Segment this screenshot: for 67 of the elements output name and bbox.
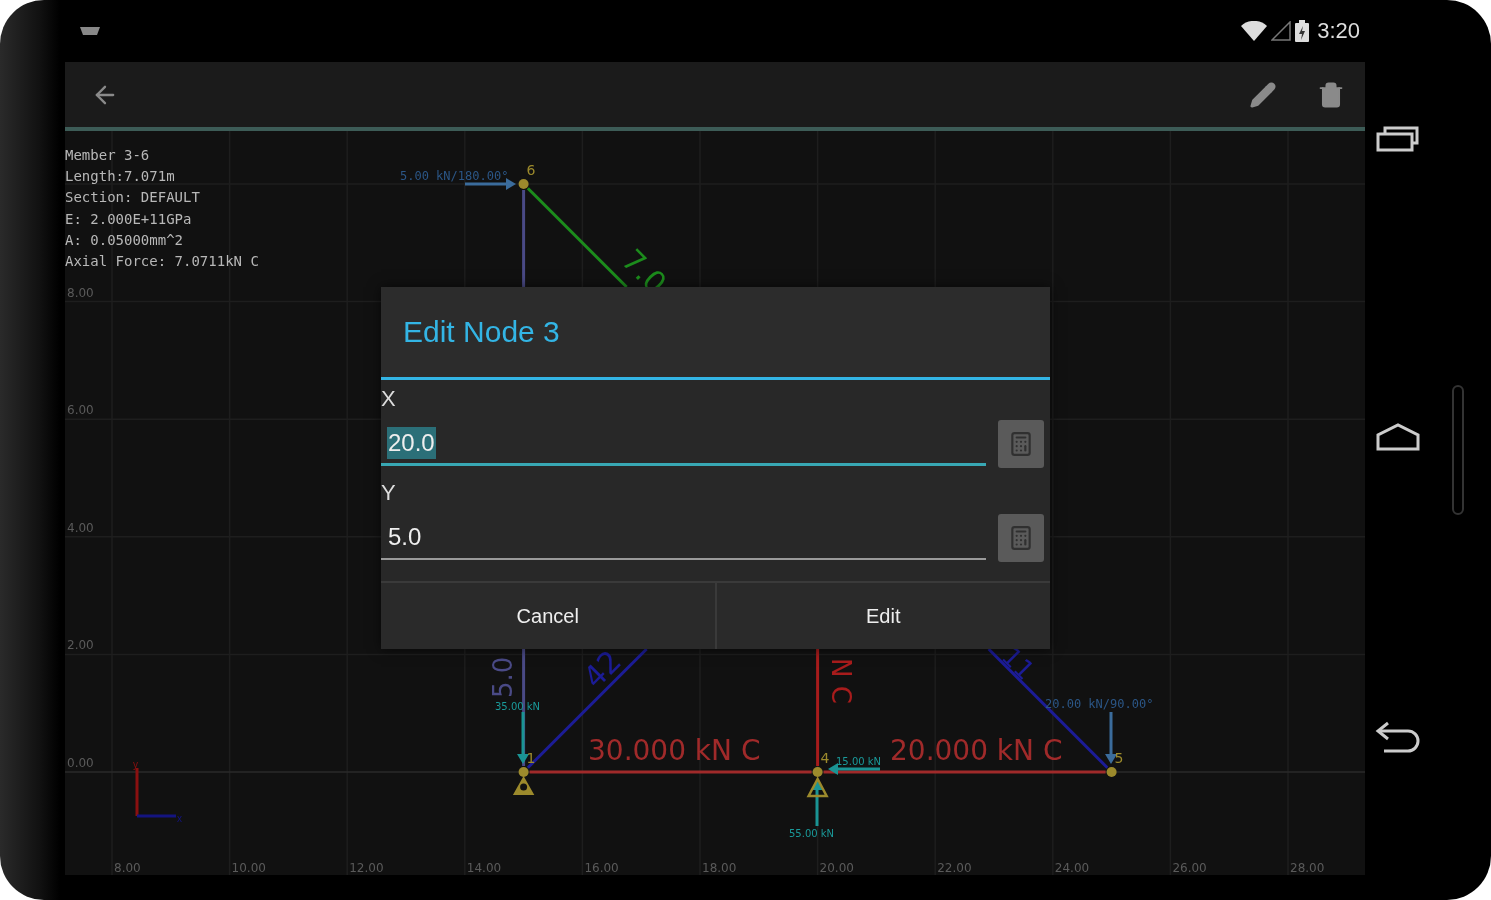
node-number: 5 bbox=[1114, 750, 1124, 766]
member-force-label: 5.0 bbox=[488, 656, 518, 698]
x-axis-tick-label: 20.00 bbox=[819, 861, 854, 875]
status-time: 3:20 bbox=[1317, 18, 1360, 44]
x-axis-tick-label: 26.00 bbox=[1172, 861, 1207, 875]
recent-apps-button[interactable] bbox=[1375, 125, 1420, 153]
signal-icon bbox=[1271, 21, 1292, 41]
member-info-line: A: 0.05000mm^2 bbox=[65, 230, 184, 250]
x-axis-tick-label: 18.00 bbox=[702, 861, 737, 875]
x-axis-tick-label: 12.00 bbox=[349, 861, 384, 875]
calculator-icon bbox=[1008, 431, 1034, 457]
reaction-arrow bbox=[828, 763, 880, 775]
calculator-icon bbox=[1008, 525, 1034, 551]
coordinate-input[interactable]: 5.0 bbox=[381, 516, 986, 560]
delete-button[interactable] bbox=[1317, 80, 1345, 109]
field-label: Y bbox=[381, 480, 396, 506]
y-axis-tick-label: 4.00 bbox=[67, 520, 94, 535]
member-force-label: 30.000 kN C bbox=[588, 734, 761, 767]
y-axis-tick-label: 0.00 bbox=[67, 756, 94, 770]
dialog-title: Edit Node 3 bbox=[403, 315, 560, 349]
reaction-arrow bbox=[517, 712, 529, 764]
member-info-line: Axial Force: 7.0711kN C bbox=[65, 252, 259, 271]
edit-button[interactable] bbox=[1249, 80, 1277, 109]
x-axis-tick-label: 16.00 bbox=[584, 861, 619, 875]
node-number: 6 bbox=[526, 162, 536, 178]
truss-member-line[interactable] bbox=[816, 649, 820, 766]
battery-icon bbox=[1295, 20, 1310, 42]
wifi-icon bbox=[1241, 21, 1268, 41]
reaction-arrow bbox=[811, 780, 823, 826]
x-axis-tick-label: 10.00 bbox=[231, 861, 266, 875]
back-nav-button[interactable] bbox=[1373, 721, 1422, 753]
node-number: 1 bbox=[526, 750, 536, 766]
x-axis-tick-label: 8.00 bbox=[114, 861, 141, 875]
load-label: 20.00 kN/90.00° bbox=[1045, 697, 1154, 711]
member-force-label: 20.000 kN C bbox=[890, 734, 1063, 767]
node-dot[interactable] bbox=[812, 767, 823, 777]
member-info-line: Section: DEFAULT bbox=[65, 188, 201, 208]
axis-letter: y bbox=[133, 759, 138, 770]
member-info-line: Member 3-6 bbox=[65, 146, 151, 165]
x-axis-tick-label: 24.00 bbox=[1054, 861, 1090, 875]
axis-letter: x bbox=[177, 813, 182, 824]
load-arrow bbox=[1105, 712, 1117, 764]
node-number: 4 bbox=[820, 750, 830, 766]
axes-marker-drawing bbox=[135, 768, 176, 818]
x-axis-tick-label: 14.00 bbox=[466, 861, 502, 875]
reaction-label: 15.00 kN bbox=[836, 756, 882, 767]
y-axis-tick-label: 6.00 bbox=[67, 403, 94, 418]
field-label: X bbox=[381, 386, 396, 412]
dialog-button[interactable]: Edit bbox=[714, 583, 1050, 649]
node-dot[interactable] bbox=[518, 179, 529, 189]
y-axis-tick-label: 8.00 bbox=[67, 285, 94, 300]
node-dot[interactable] bbox=[518, 767, 529, 777]
member-info-line: Length:7.071m bbox=[65, 167, 176, 187]
home-button[interactable] bbox=[1375, 423, 1420, 451]
x-axis-tick-label: 28.00 bbox=[1290, 861, 1325, 875]
roller-support-icon bbox=[806, 776, 829, 798]
coordinate-input[interactable]: 20.0 bbox=[381, 422, 986, 466]
load-label: 5.00 kN/180.00° bbox=[400, 169, 509, 183]
notification-icon bbox=[79, 25, 101, 37]
y-axis-tick-label: 2.00 bbox=[67, 638, 94, 653]
node-dot[interactable] bbox=[1106, 767, 1117, 777]
dialog-button[interactable]: Cancel bbox=[381, 583, 715, 649]
reaction-label: 55.00 kN bbox=[789, 828, 835, 839]
member-info-line: E: 2.000E+11GPa bbox=[65, 209, 193, 229]
pin-support-icon bbox=[512, 775, 535, 795]
x-axis-tick-label: 22.00 bbox=[937, 861, 972, 875]
member-force-label: N C bbox=[826, 658, 856, 704]
